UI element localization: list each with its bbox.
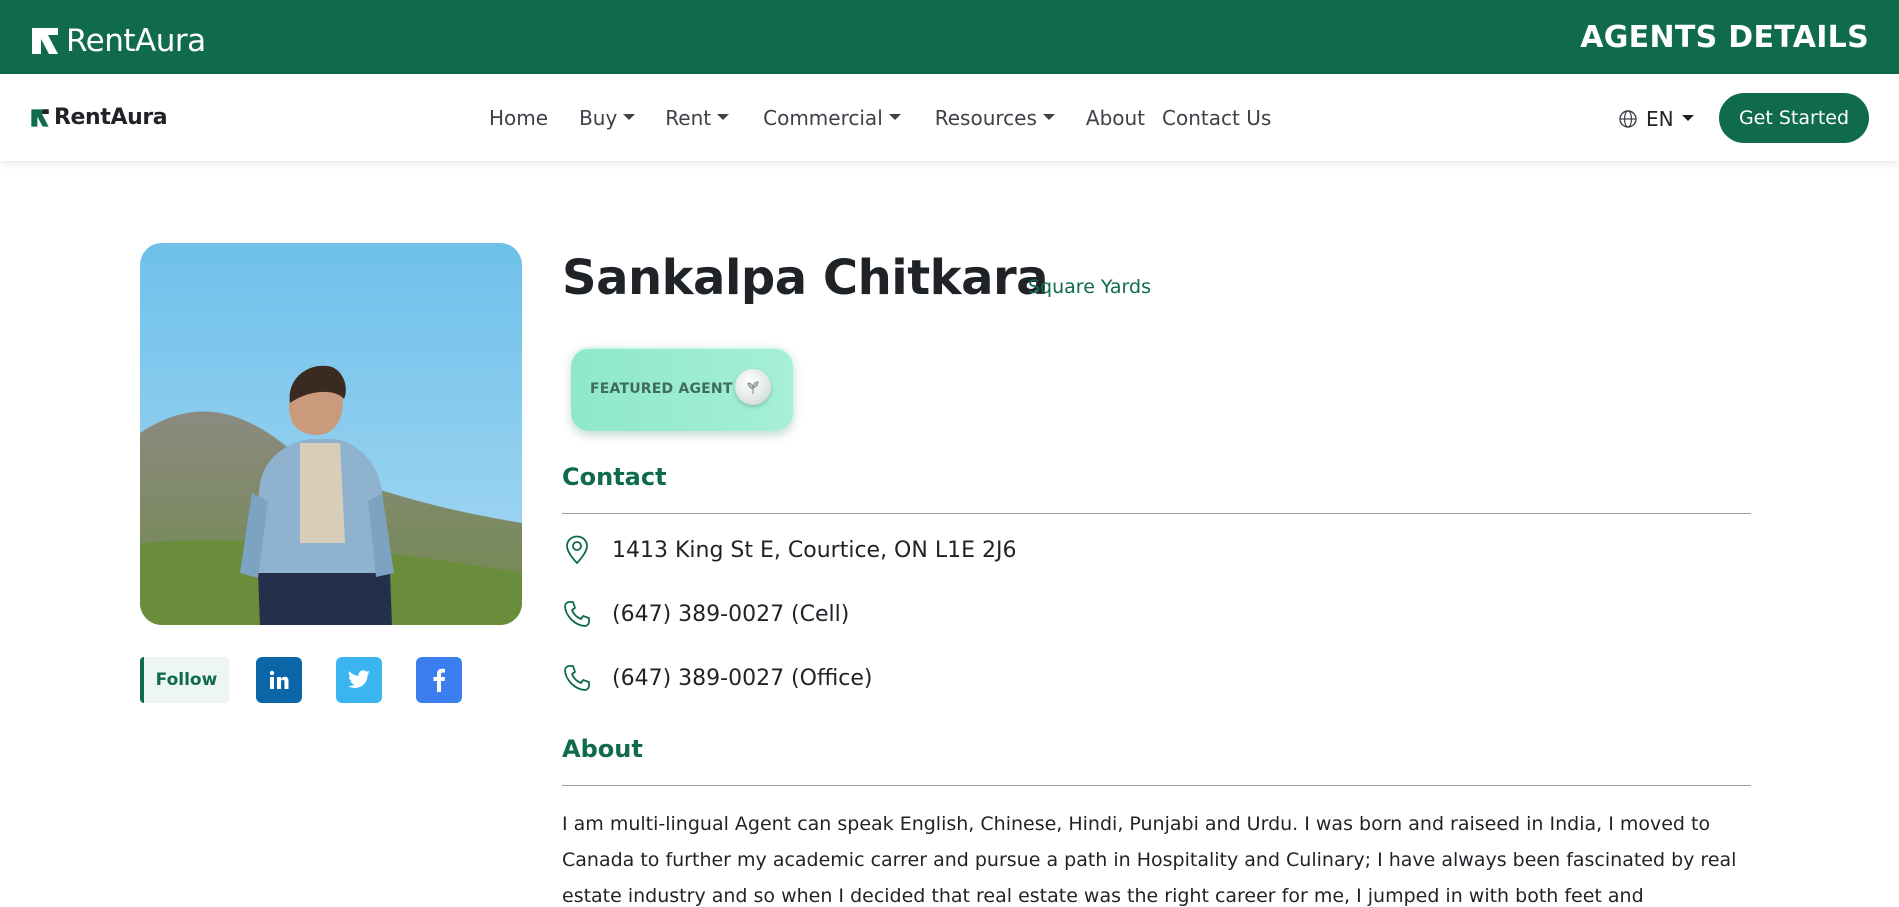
nav-home[interactable]: Home — [489, 106, 548, 130]
caret-down-icon — [1042, 113, 1055, 120]
contact-cell-row[interactable]: (647) 389-0027 (Cell) — [562, 597, 849, 631]
linkedin-icon — [269, 670, 289, 689]
follow-button[interactable]: Follow — [140, 657, 229, 703]
location-pin-icon — [562, 533, 592, 567]
rentaura-logo-icon — [31, 108, 49, 127]
featured-agent-badge-label: FEATURED AGENT — [590, 381, 733, 397]
about-text: I am multi-lingual Agent can speak Engli… — [562, 813, 1737, 907]
main-navbar: RentAura Home Buy Rent Commercial Resour… — [0, 74, 1899, 161]
contact-address-row: 1413 King St E, Courtice, ON L1E 2J6 — [562, 533, 1016, 567]
contact-office-phone: (647) 389-0027 (Office) — [612, 665, 873, 691]
phone-icon — [562, 661, 592, 695]
agent-photo — [140, 243, 522, 625]
caret-down-icon — [888, 113, 901, 120]
phone-icon — [562, 597, 592, 631]
featured-agent-badge: FEATURED AGENT — [571, 347, 793, 431]
contact-section-title: Contact — [562, 463, 667, 491]
leaf-emblem-icon — [735, 369, 771, 405]
caret-down-icon — [717, 113, 730, 120]
top-brand-bar: RentAura AGENTS DETAILS — [0, 0, 1899, 74]
rentaura-logo-icon — [32, 28, 58, 54]
contact-address: 1413 King St E, Courtice, ON L1E 2J6 — [612, 537, 1017, 563]
page-label: AGENTS DETAILS — [1580, 20, 1869, 55]
nav-home-label: Home — [489, 106, 549, 130]
language-selector[interactable]: EN — [1618, 107, 1694, 131]
caret-down-icon — [1681, 114, 1694, 121]
twitter-button[interactable] — [336, 657, 382, 703]
about-section-title: About — [562, 735, 643, 763]
navbar-brand-name: RentAura — [54, 105, 168, 130]
nav-resources[interactable]: Resources — [935, 106, 1055, 130]
facebook-icon — [433, 668, 445, 692]
about-divider — [562, 785, 1751, 786]
caret-down-icon — [623, 113, 636, 120]
nav-contact-us[interactable]: Contact Us — [1162, 106, 1271, 130]
nav-rent-label: Rent — [665, 106, 712, 130]
twitter-icon — [348, 670, 370, 688]
navbar-brand[interactable]: RentAura — [30, 105, 168, 130]
globe-icon — [1619, 110, 1637, 128]
nav-buy-label: Buy — [579, 106, 618, 130]
contact-cell-phone: (647) 389-0027 (Cell) — [612, 601, 850, 627]
nav-rent[interactable]: Rent — [665, 106, 730, 130]
nav-commercial-label: Commercial — [763, 106, 883, 130]
agent-name: Sankalpa Chitkara — [562, 250, 1049, 306]
get-started-button[interactable]: Get Started — [1719, 93, 1869, 143]
brand-name: RentAura — [66, 23, 206, 59]
contact-divider — [562, 513, 1751, 514]
contact-office-row[interactable]: (647) 389-0027 (Office) — [562, 661, 872, 695]
nav-about-label: About — [1085, 106, 1146, 130]
brand-logo[interactable]: RentAura — [30, 23, 206, 59]
agent-company-link[interactable]: Square Yards — [1028, 276, 1151, 298]
nav-buy[interactable]: Buy — [579, 106, 636, 130]
facebook-button[interactable] — [416, 657, 462, 703]
linkedin-button[interactable] — [256, 657, 302, 703]
nav-links: Home Buy Rent Commercial Resources About… — [489, 104, 1271, 132]
nav-resources-label: Resources — [934, 106, 1037, 130]
nav-about[interactable]: About — [1086, 106, 1145, 130]
nav-commercial[interactable]: Commercial — [763, 106, 901, 130]
language-label: EN — [1646, 107, 1674, 131]
agent-photo-image — [140, 243, 522, 625]
leaf-icon — [747, 381, 759, 394]
social-row: Follow — [140, 657, 470, 703]
nav-contact-us-label: Contact Us — [1162, 106, 1272, 130]
